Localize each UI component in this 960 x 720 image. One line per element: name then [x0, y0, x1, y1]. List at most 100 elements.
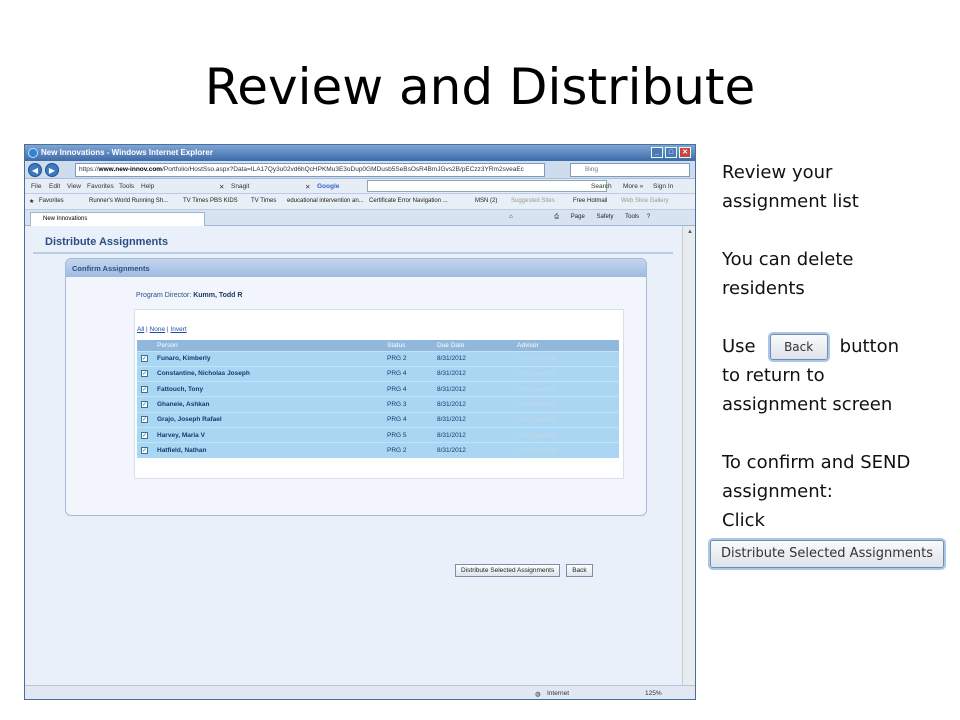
- url-path: /Portfolio/HostSso.aspx?Data=ILA17Qy3u02…: [162, 166, 524, 173]
- address-bar: ◀ ▶ https://www.new-innov.com/Portfolio/…: [25, 161, 695, 179]
- favorite-link-8[interactable]: Free Hotmail: [573, 198, 607, 204]
- menu-edit[interactable]: Edit: [49, 183, 60, 190]
- due-date-cell: 8/31/2012: [433, 426, 513, 443]
- action-buttons: Distribute Selected Assignments Back: [455, 564, 593, 577]
- google-search-input[interactable]: [367, 180, 607, 192]
- row-checkbox[interactable]: ✓: [141, 416, 148, 424]
- use-word: Use: [722, 336, 756, 357]
- menu-favorites[interactable]: Favorites: [87, 183, 114, 190]
- zoom-level[interactable]: 125%: [645, 690, 662, 697]
- page-menu[interactable]: Page: [571, 214, 585, 220]
- favorite-link-5[interactable]: Certificate Error Navigation ...: [369, 198, 448, 204]
- row-checkbox[interactable]: ✓: [141, 385, 148, 393]
- globe-icon: ◍: [535, 691, 541, 698]
- row-checkbox[interactable]: ✓: [141, 370, 148, 378]
- person-name: Constantine, Nicholas Joseph: [153, 365, 383, 382]
- row-checkbox[interactable]: ✓: [141, 355, 148, 363]
- instruction-line: assignment screen: [722, 394, 893, 415]
- more-button[interactable]: More »: [623, 183, 643, 190]
- vertical-scrollbar[interactable]: ▲: [682, 226, 695, 685]
- menu-bar: File Edit View Favorites Tools Help ✕ Sn…: [25, 179, 695, 194]
- assignment-list-container: All | None | Invert Person Status Due Da…: [134, 309, 624, 479]
- favorite-link-3[interactable]: TV Times: [251, 198, 276, 204]
- select-all-link[interactable]: All: [137, 326, 144, 333]
- button-word: button: [839, 336, 900, 357]
- status-cell: PRG 4: [383, 411, 433, 428]
- select-invert-link[interactable]: Invert: [170, 326, 186, 333]
- page-header: Distribute Assignments: [33, 230, 673, 254]
- favorite-link-2[interactable]: TV Times PBS KIDS: [183, 198, 238, 204]
- table-row: ✓ Fattouch, Tony PRG 4 8/31/2012 Not Spe…: [137, 381, 619, 397]
- bing-search-input[interactable]: Bing: [570, 163, 690, 177]
- person-name: Harvey, Maria V: [153, 426, 383, 443]
- advisor-cell: Not Specified: [513, 426, 619, 443]
- table-row: ✓ Constantine, Nicholas Joseph PRG 4 8/3…: [137, 365, 619, 382]
- favorite-link-6[interactable]: MSN (2): [475, 198, 497, 204]
- status-cell: PRG 2: [383, 350, 433, 367]
- row-checkbox[interactable]: ✓: [141, 400, 148, 408]
- favorites-button[interactable]: Favorites: [39, 198, 64, 204]
- distribute-selected-button[interactable]: Distribute Selected Assignments: [455, 564, 561, 577]
- favorite-link-4[interactable]: educational intervention an...: [287, 198, 364, 204]
- menu-tools[interactable]: Tools: [119, 183, 134, 190]
- back-button[interactable]: Back: [566, 564, 593, 577]
- help-icon[interactable]: ?: [647, 214, 650, 220]
- table-row: ✓ Hatfield, Nathan PRG 2 8/31/2012 Not S…: [137, 442, 619, 459]
- due-date-cell: 8/31/2012: [433, 411, 513, 428]
- instruction-line: You can delete: [722, 249, 854, 270]
- due-date-cell: 8/31/2012: [433, 365, 513, 382]
- confirm-panel-title: Confirm Assignments: [66, 259, 646, 277]
- menu-help[interactable]: Help: [141, 183, 154, 190]
- safety-menu[interactable]: Safety: [596, 214, 613, 220]
- status-cell: PRG 5: [383, 426, 433, 443]
- advisor-cell: Not Specified: [513, 396, 619, 413]
- favorite-link-7[interactable]: Suggested Sites: [511, 198, 555, 204]
- col-person: Person: [153, 340, 383, 351]
- print-icon[interactable]: ⎙: [554, 214, 559, 220]
- menu-view[interactable]: View: [67, 183, 81, 190]
- tab-bar: New Innovations ⌂ ⎙ Page Safety Tools ?: [25, 210, 695, 226]
- due-date-cell: 8/31/2012: [433, 350, 513, 367]
- slide-title: Review and Distribute: [204, 58, 756, 116]
- col-status: Status: [383, 340, 433, 351]
- row-checkbox[interactable]: ✓: [141, 447, 148, 455]
- snagit-button[interactable]: Snagit: [231, 183, 249, 190]
- favorite-link-1[interactable]: Runner's World Running Sh...: [89, 198, 168, 204]
- url-prefix: https://: [79, 166, 99, 173]
- instruction-use-line: Use Back button: [722, 332, 958, 361]
- distribute-button-illustration: Distribute Selected Assignments: [710, 540, 944, 568]
- status-cell: PRG 2: [383, 442, 433, 459]
- back-arrow-icon[interactable]: ◀: [28, 163, 42, 177]
- due-date-cell: 8/31/2012: [433, 442, 513, 459]
- google-search-button[interactable]: Search: [591, 183, 612, 190]
- advisor-cell: Not Specified: [513, 350, 619, 367]
- ie-logo-icon: [28, 148, 38, 158]
- tools-menu[interactable]: Tools: [625, 214, 639, 220]
- close-toolbar-icon[interactable]: ✕: [219, 183, 224, 191]
- page-header-title: Distribute Assignments: [45, 236, 169, 248]
- status-cell: PRG 4: [383, 381, 433, 397]
- advisor-cell: Not Specified: [513, 411, 619, 428]
- selection-links: All | None | Invert: [137, 326, 187, 333]
- forward-arrow-icon[interactable]: ▶: [45, 163, 59, 177]
- window-titlebar: New Innovations - Windows Internet Explo…: [25, 145, 695, 161]
- tab-new-innovations[interactable]: New Innovations: [30, 212, 205, 226]
- minimize-button[interactable]: _: [651, 147, 663, 158]
- url-input[interactable]: https://www.new-innov.com/Portfolio/Host…: [75, 163, 545, 177]
- instruction-line: to return to: [722, 365, 825, 386]
- home-icon[interactable]: ⌂: [509, 214, 513, 220]
- close-google-toolbar-icon[interactable]: ✕: [305, 183, 310, 191]
- row-checkbox[interactable]: ✓: [141, 431, 148, 439]
- maximize-button[interactable]: □: [665, 147, 677, 158]
- favorite-link-9[interactable]: Web Slice Gallery: [621, 198, 669, 204]
- select-none-link[interactable]: None: [150, 326, 166, 333]
- close-button[interactable]: ✕: [679, 147, 691, 158]
- menu-file[interactable]: File: [31, 183, 41, 190]
- sign-in-button[interactable]: Sign In: [653, 183, 673, 190]
- person-name: Grajo, Joseph Rafael: [153, 411, 383, 428]
- status-bar: ◍ Internet 125%: [25, 685, 695, 699]
- security-zone: Internet: [547, 690, 570, 697]
- advisor-cell: Not Specified: [513, 442, 619, 459]
- scroll-up-icon[interactable]: ▲: [683, 226, 695, 238]
- table-row: ✓ Harvey, Maria V PRG 5 8/31/2012 Not Sp…: [137, 426, 619, 443]
